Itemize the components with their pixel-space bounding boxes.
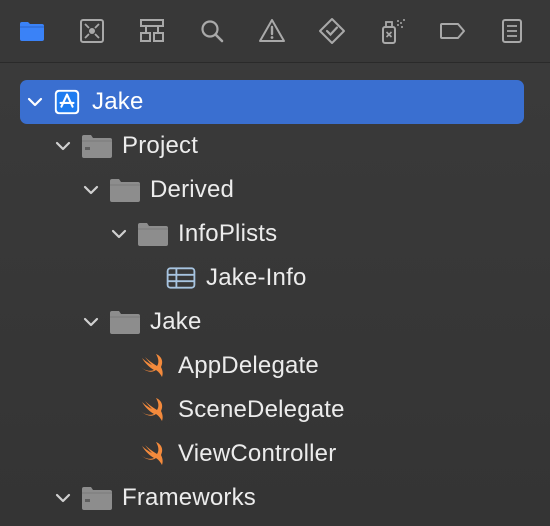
hierarchy-icon bbox=[140, 19, 164, 42]
symbol-navigator-tab[interactable] bbox=[134, 13, 170, 49]
chevron-down-icon[interactable] bbox=[80, 311, 102, 333]
issue-navigator-tab[interactable] bbox=[254, 13, 290, 49]
warning-icon bbox=[259, 19, 285, 42]
tree-item-label: SceneDelegate bbox=[178, 396, 345, 423]
tree-item-label: AppDelegate bbox=[178, 352, 319, 379]
chevron-down-icon[interactable] bbox=[52, 487, 74, 509]
swift-icon bbox=[136, 395, 170, 425]
tree-row-viewcontroller[interactable]: ViewController bbox=[20, 432, 524, 476]
project-navigator-tab[interactable] bbox=[14, 13, 50, 49]
swift-icon bbox=[136, 351, 170, 381]
tree-row-project[interactable]: Project bbox=[20, 124, 524, 168]
tree-item-label: Derived bbox=[150, 176, 235, 203]
chevron-down-icon[interactable] bbox=[52, 135, 74, 157]
tree-item-label: Frameworks bbox=[122, 484, 257, 511]
find-navigator-tab[interactable] bbox=[194, 13, 230, 49]
test-diamond-icon bbox=[319, 18, 345, 44]
breakpoint-navigator-tab[interactable] bbox=[434, 13, 470, 49]
source-control-tab[interactable] bbox=[74, 13, 110, 49]
navigator-toolbar bbox=[0, 0, 550, 63]
chevron-down-icon[interactable] bbox=[24, 91, 46, 113]
tree-item-label: Jake-Info bbox=[206, 264, 307, 291]
swift-icon bbox=[136, 439, 170, 469]
source-control-icon bbox=[80, 19, 104, 43]
tree-item-label: InfoPlists bbox=[178, 220, 278, 247]
folder-icon bbox=[80, 483, 114, 513]
tree-row-scenedelegate[interactable]: SceneDelegate bbox=[20, 388, 524, 432]
debug-spray-icon bbox=[382, 19, 405, 44]
tree-row-infoplists[interactable]: InfoPlists bbox=[20, 212, 524, 256]
tree-item-label: ViewController bbox=[178, 440, 337, 467]
plist-table-icon bbox=[164, 263, 198, 293]
project-navigator-tree: Jake Project Derived InfoPlists Jake-Inf… bbox=[0, 63, 550, 526]
chevron-down-icon[interactable] bbox=[80, 179, 102, 201]
tree-row-jake-info[interactable]: Jake-Info bbox=[20, 256, 524, 300]
report-navigator-tab[interactable] bbox=[494, 13, 530, 49]
debug-navigator-tab[interactable] bbox=[374, 13, 410, 49]
test-navigator-tab[interactable] bbox=[314, 13, 350, 49]
report-list-icon bbox=[502, 19, 522, 43]
chevron-down-icon[interactable] bbox=[108, 223, 130, 245]
folder-icon bbox=[108, 175, 142, 205]
folder-icon bbox=[108, 307, 142, 337]
folder-icon bbox=[136, 219, 170, 249]
tree-item-label: Jake bbox=[92, 88, 144, 115]
tree-item-label: Project bbox=[122, 132, 199, 159]
folder-icon bbox=[20, 22, 44, 41]
tree-item-label: Jake bbox=[150, 308, 202, 335]
tree-row-jake-project[interactable]: Jake bbox=[20, 80, 524, 124]
tree-row-derived[interactable]: Derived bbox=[20, 168, 524, 212]
tree-row-frameworks[interactable]: Frameworks bbox=[20, 476, 524, 520]
tree-row-appdelegate[interactable]: AppDelegate bbox=[20, 344, 524, 388]
app-project-icon bbox=[50, 87, 84, 117]
breakpoint-tag-icon bbox=[440, 23, 465, 39]
folder-icon bbox=[80, 131, 114, 161]
search-icon bbox=[201, 20, 224, 43]
tree-row-jake-folder[interactable]: Jake bbox=[20, 300, 524, 344]
